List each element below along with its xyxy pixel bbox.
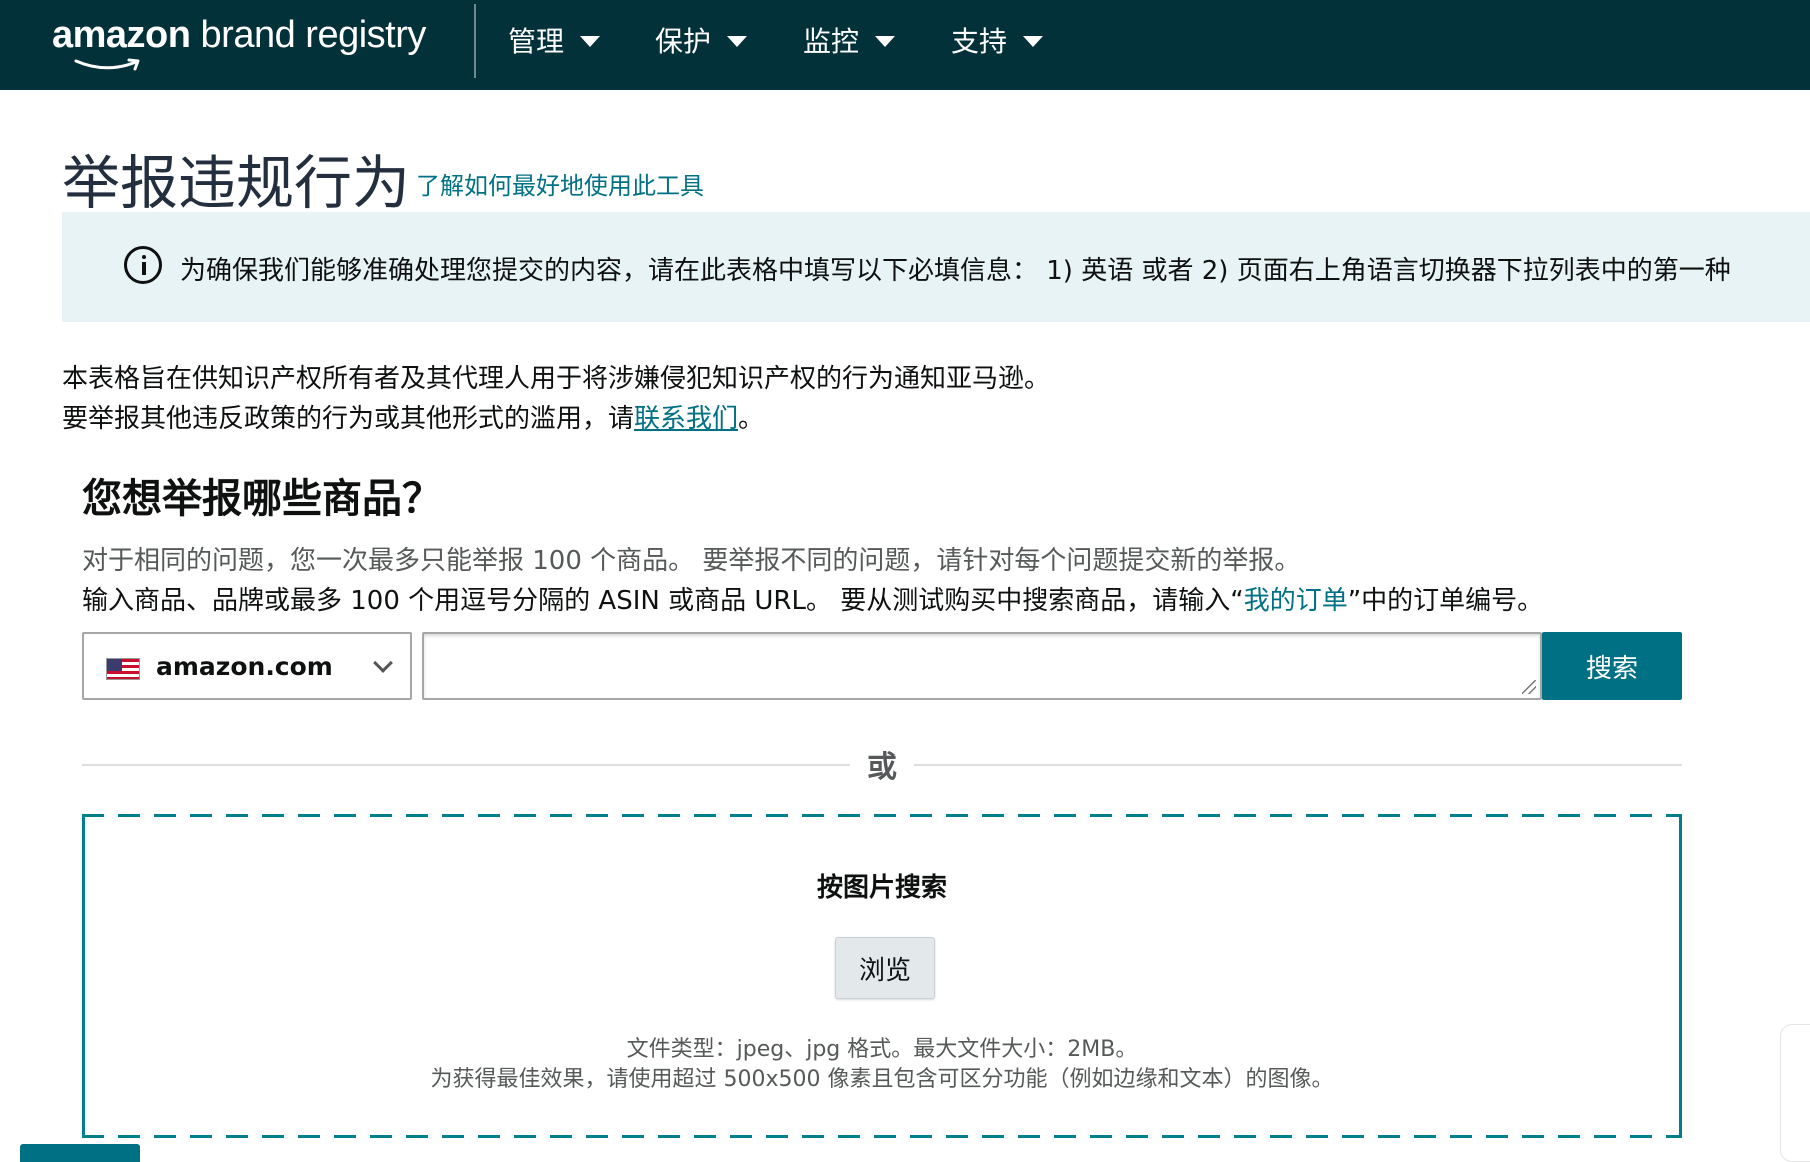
info-banner: 为确保我们能够准确处理您提交的内容，请在此表格中填写以下必填信息： 1) 英语 … <box>62 212 1810 322</box>
marketplace-selected-value: amazon.com <box>156 652 333 681</box>
bottom-action-button[interactable] <box>20 1144 140 1162</box>
product-input-note: 输入商品、品牌或最多 100 个用逗号分隔的 ASIN 或商品 URL。 要从测… <box>82 580 1543 617</box>
intro-line-1: 本表格旨在供知识产权所有者及其代理人用于将涉嫌侵犯知识产权的行为通知亚马逊。 <box>62 364 1051 394</box>
input-note-prefix: 输入商品、品牌或最多 100 个用逗号分隔的 ASIN 或商品 URL。 要从测… <box>82 586 1244 616</box>
amazon-smile-icon <box>74 58 140 71</box>
product-search-heading: 您想举报哪些商品？ <box>82 476 442 522</box>
logo-text: amazon brand registry <box>52 14 426 56</box>
learn-how-link[interactable]: 了解如何最好地使用此工具 <box>416 166 704 201</box>
caret-down-icon <box>1023 36 1044 47</box>
browse-button[interactable]: 浏览 <box>835 937 935 999</box>
us-flag-icon <box>106 658 140 680</box>
nav-menu-support[interactable]: 支持 <box>951 18 1044 62</box>
intro-line-2-suffix: 。 <box>738 404 765 434</box>
info-banner-text: 为确保我们能够准确处理您提交的内容，请在此表格中填写以下必填信息： 1) 英语 … <box>180 256 1731 286</box>
or-divider-left <box>82 764 850 766</box>
nav-menu-manage[interactable]: 管理 <box>508 18 601 62</box>
product-search-input[interactable] <box>422 632 1542 700</box>
nav-menu-label: 监控 <box>803 25 860 58</box>
image-quality-note: 为获得最佳效果，请使用超过 500x500 像素且包含可区分功能（例如边缘和文本… <box>430 1067 1334 1092</box>
intro-line-2-prefix: 要举报其他违反政策的行为或其他形式的滥用，请 <box>62 404 635 434</box>
file-type-note: 文件类型：jpeg、jpg 格式。最大文件大小：2MB。 <box>626 1037 1138 1062</box>
page-title: 举报违规行为 <box>62 149 411 217</box>
caret-down-icon <box>580 36 601 47</box>
image-search-dropzone[interactable]: 按图片搜索 浏览 文件类型：jpeg、jpg 格式。最大文件大小：2MB。 为获… <box>82 814 1682 1138</box>
or-divider-right <box>914 764 1682 766</box>
caret-down-icon <box>727 36 748 47</box>
caret-down-icon <box>875 36 896 47</box>
image-search-title: 按图片搜索 <box>816 873 947 903</box>
chevron-down-icon <box>373 653 393 673</box>
top-nav-bar: amazon brand registry 管理 保护 监控 支持 <box>0 0 1810 90</box>
nav-divider <box>474 4 476 78</box>
or-label: 或 <box>867 750 897 785</box>
contact-us-link[interactable]: 联系我们 <box>634 404 738 434</box>
product-limit-note: 对于相同的问题，您一次最多只能举报 100 个商品。 要举报不同的问题，请针对每… <box>82 546 1301 576</box>
nav-menu-label: 管理 <box>508 25 565 58</box>
side-feedback-widget[interactable] <box>1780 1024 1810 1162</box>
resize-handle-icon[interactable] <box>1522 680 1536 694</box>
search-button[interactable]: 搜索 <box>1542 632 1682 700</box>
nav-menu-label: 支持 <box>951 25 1008 58</box>
nav-menu-label: 保护 <box>655 25 712 58</box>
info-icon <box>124 246 162 284</box>
marketplace-select[interactable]: amazon.com <box>82 632 412 700</box>
input-note-suffix: ”中的订单编号。 <box>1347 586 1544 616</box>
nav-menu-monitor[interactable]: 监控 <box>803 18 896 62</box>
nav-menu-protect[interactable]: 保护 <box>655 18 748 62</box>
my-orders-link[interactable]: 我的订单 <box>1244 586 1348 616</box>
intro-line-2: 要举报其他违反政策的行为或其他形式的滥用，请联系我们。 <box>62 398 764 435</box>
